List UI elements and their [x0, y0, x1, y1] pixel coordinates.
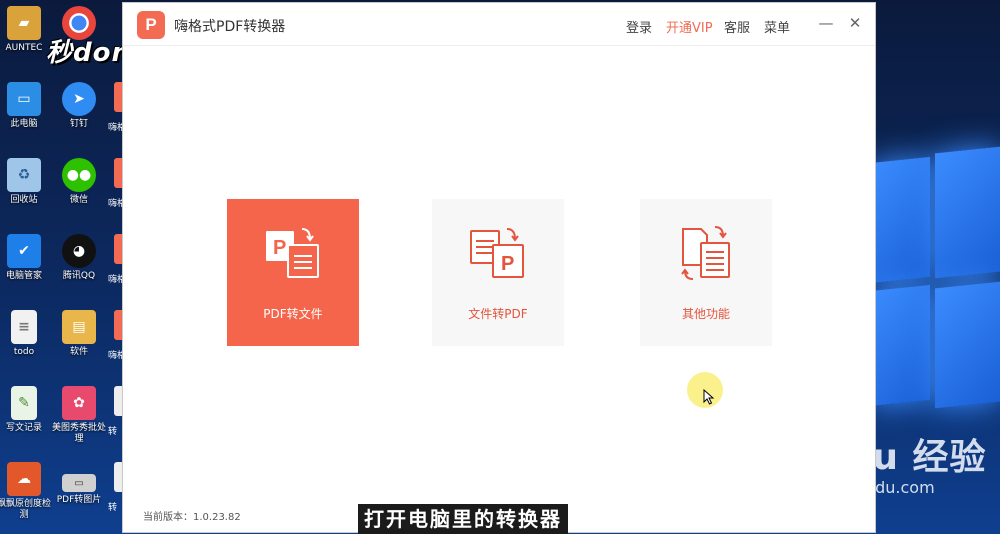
video-subtitle: 打开电脑里的转换器 — [358, 504, 568, 534]
login-link[interactable]: 登录 — [626, 17, 652, 36]
customer-service-link[interactable]: 客服 — [724, 17, 750, 36]
other-functions-icon — [681, 226, 730, 280]
partial-icon-label: 转 — [108, 427, 118, 437]
desktop-icon-qq[interactable]: ◕ 腾讯QQ — [49, 234, 109, 282]
pdf-converter-window: P 嗨格式PDF转换器 登录 开通VIP 客服 菜单 — ✕ P PDF转文件 — [123, 3, 875, 532]
desktop-icon-wechat[interactable]: ●● 微信 — [49, 158, 109, 206]
shield-icon: ✔ — [7, 234, 41, 268]
close-button[interactable]: ✕ — [846, 14, 864, 32]
recycle-bin-icon: ♻ — [7, 158, 41, 192]
open-vip-link[interactable]: 开通VIP — [666, 17, 713, 36]
desktop-icon-pdf-to-image[interactable]: ▭ PDF转图片 — [49, 474, 109, 506]
title-bar: P 嗨格式PDF转换器 登录 开通VIP 客服 菜单 — ✕ — [123, 3, 875, 46]
desktop-icon-pc-manager[interactable]: ✔ 电脑管家 — [0, 234, 54, 282]
folder-user-icon: ▰ — [7, 6, 41, 40]
wechat-icon: ●● — [62, 158, 96, 192]
desktop-icon-dingtalk[interactable]: ➤ 钉钉 — [49, 82, 109, 130]
svg-text:P: P — [501, 253, 514, 275]
desktop-icon-meitu-batch[interactable]: ✿ 美图秀秀批处理 — [49, 386, 109, 445]
mouse-cursor-icon — [703, 389, 715, 405]
pdf-image-icon: ▭ — [62, 474, 96, 492]
meitu-icon: ✿ — [62, 386, 96, 420]
document-icon: ≡ — [11, 310, 37, 344]
other-functions-label: 其他功能 — [681, 307, 730, 321]
file-to-pdf-icon: P — [470, 228, 524, 278]
dingtalk-icon: ➤ — [62, 82, 96, 116]
desktop-icon-this-pc[interactable]: ▭ 此电脑 — [0, 82, 54, 130]
desktop-icon-writing-log[interactable]: ✎ 写文记录 — [0, 386, 54, 434]
minimize-button[interactable]: — — [817, 14, 835, 32]
text-file-icon: ✎ — [11, 386, 37, 420]
file-to-pdf-label: 文件转PDF — [468, 307, 528, 321]
computer-icon: ▭ — [7, 82, 41, 116]
folder-icon: ▤ — [62, 310, 96, 344]
pdf-to-file-card[interactable]: P PDF转文件 — [227, 199, 359, 346]
pdf-to-file-label: PDF转文件 — [263, 307, 323, 321]
other-functions-card[interactable]: 其他功能 — [640, 199, 772, 346]
desktop-icon-recycle-bin[interactable]: ♻ 回收站 — [0, 158, 54, 206]
partial-icon-label: 转 — [108, 503, 118, 513]
desktop-icon-todo[interactable]: ≡ todo — [0, 310, 54, 358]
file-to-pdf-card[interactable]: P 文件转PDF — [432, 199, 564, 346]
svg-text:P: P — [273, 237, 286, 259]
menu-link[interactable]: 菜单 — [764, 17, 790, 36]
app-logo-icon: P — [137, 11, 165, 39]
app-title: 嗨格式PDF转换器 — [174, 19, 286, 35]
desktop-icon-originality-check[interactable]: ☁ 飘飘原创度检测 — [0, 462, 54, 521]
qq-icon: ◕ — [62, 234, 96, 268]
cloud-app-icon: ☁ — [7, 462, 41, 496]
windows-logo — [860, 146, 1000, 410]
version-text: 当前版本：1.0.23.82 — [143, 512, 241, 523]
desktop-icon-software-folder[interactable]: ▤ 软件 — [49, 310, 109, 358]
pdf-to-file-icon: P — [266, 228, 319, 278]
